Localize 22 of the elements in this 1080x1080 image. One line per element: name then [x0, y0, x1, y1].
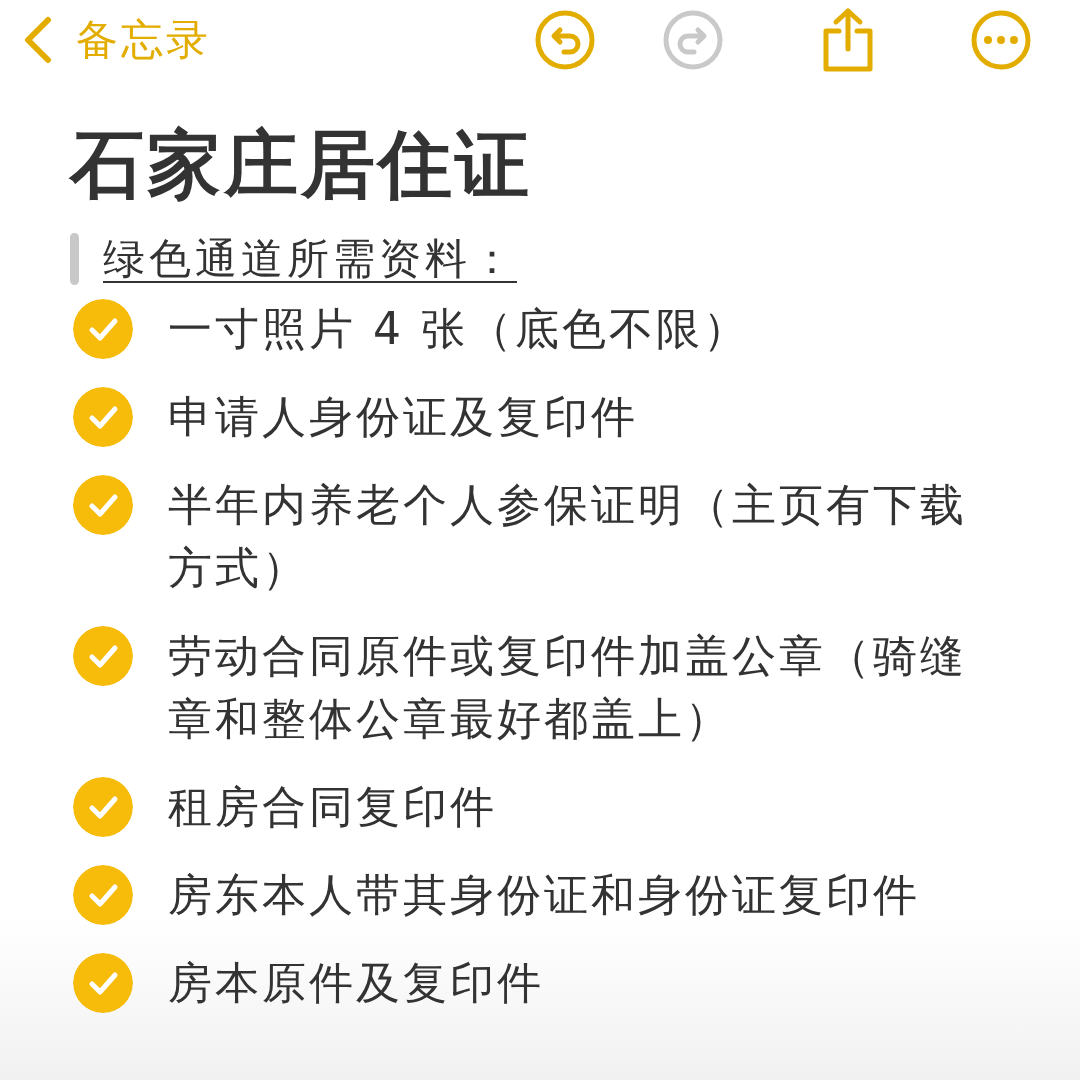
- checkbox[interactable]: [73, 298, 133, 359]
- checklist-item-text: 租房合同复印件: [168, 779, 497, 834]
- quote-bar: [70, 233, 79, 286]
- checklist-item-text: 劳动合同原件或复印件加盖公章（骑缝章和整体公章最好都盖上）: [168, 628, 968, 746]
- checklist-item-text: 房东本人带其身份证和身份证复印件: [168, 867, 920, 922]
- checklist-item-text: 房本原件及复印件: [168, 955, 544, 1010]
- checkbox[interactable]: [73, 952, 133, 1013]
- checklist-item-text: 申请人身份证及复印件: [168, 389, 638, 444]
- checkbox[interactable]: [73, 474, 133, 535]
- checklist-item-text: 半年内养老个人参保证明（主页有下载方式）: [168, 477, 968, 595]
- checklist-item-text: 一寸照片 4 张（底色不限）: [168, 301, 750, 356]
- note-title: 石家庄居住证: [70, 120, 533, 209]
- subheading: 绿色通道所需资料：: [103, 233, 517, 286]
- back-button[interactable]: 备忘录: [22, 16, 211, 64]
- checkbox[interactable]: [73, 864, 133, 925]
- more-button[interactable]: [970, 9, 1032, 71]
- chevron-left-icon: [22, 16, 54, 64]
- checkbox[interactable]: [73, 625, 133, 686]
- undo-button[interactable]: [534, 9, 596, 71]
- more-icon: [970, 9, 1032, 71]
- checkbox[interactable]: [73, 386, 133, 447]
- checkbox[interactable]: [73, 776, 133, 837]
